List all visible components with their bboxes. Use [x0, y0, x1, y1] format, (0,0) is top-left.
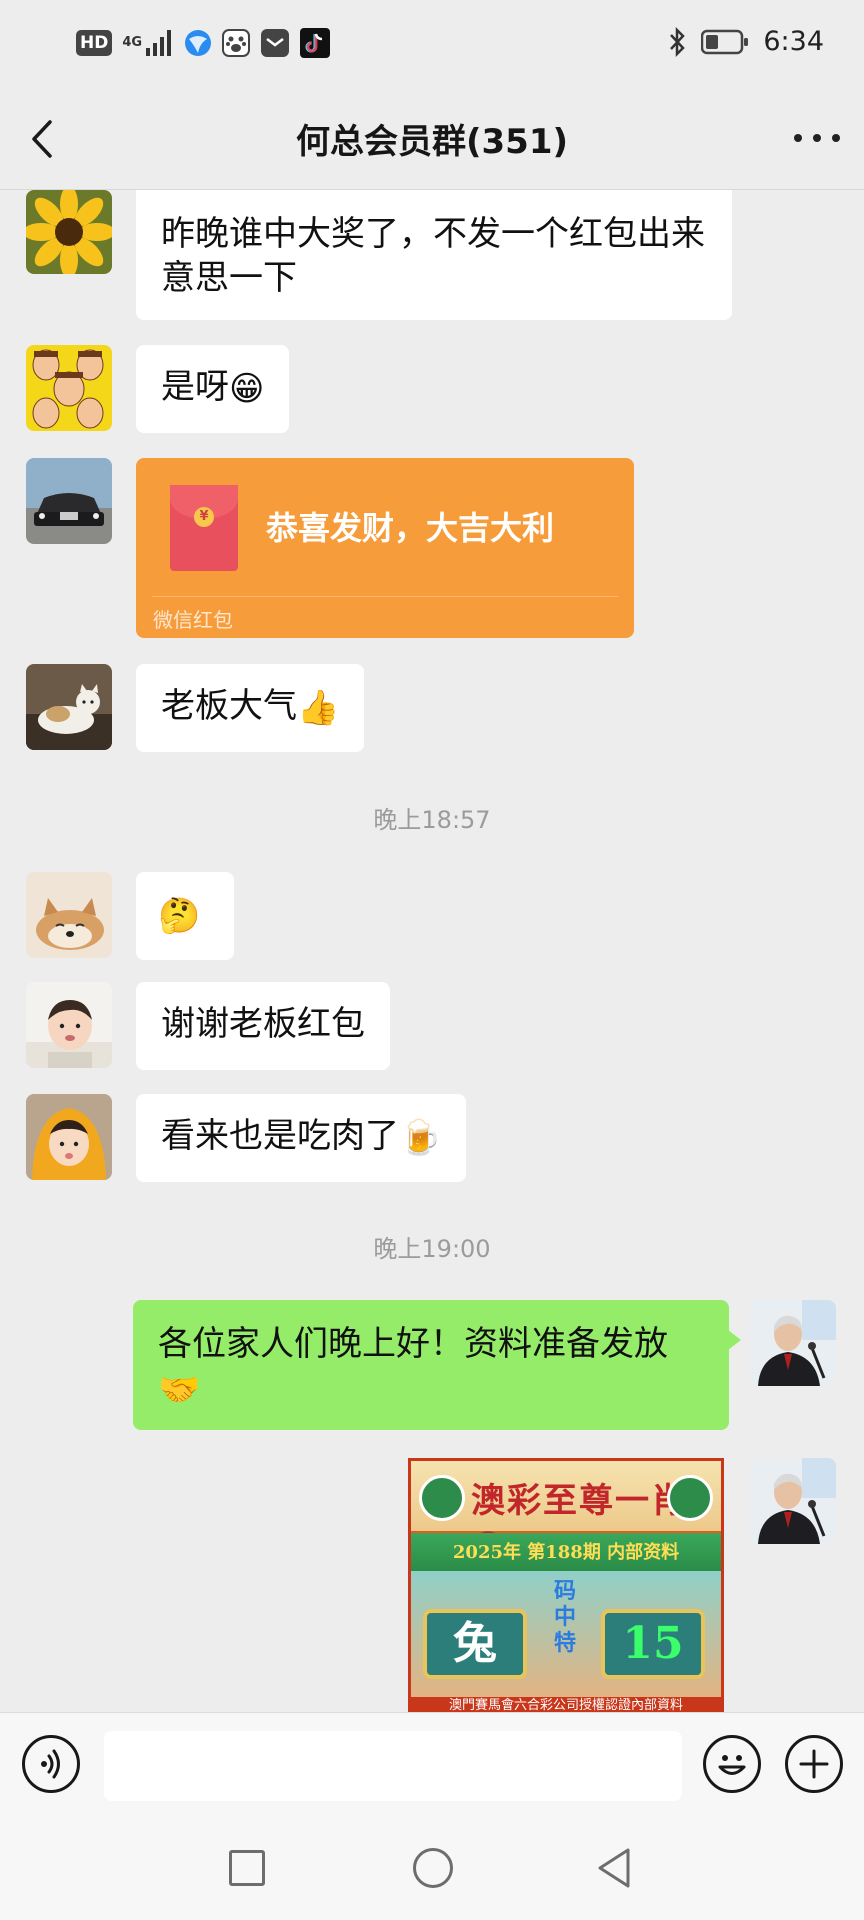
- status-bar: HD 4G 6:34: [0, 0, 864, 88]
- more-actions-button[interactable]: [785, 1735, 843, 1793]
- battery-icon: [701, 29, 749, 54]
- thinking-emoji-icon: 🤔: [158, 895, 201, 936]
- red-packet-title: 恭喜发财，大吉大利: [266, 509, 555, 547]
- signal-icon: 4G: [122, 28, 174, 58]
- image-center-text: 码中特: [551, 1579, 579, 1657]
- status-icons-right: 6:34: [667, 26, 824, 57]
- my-avatar[interactable]: [750, 1458, 836, 1544]
- red-packet-label: 微信红包: [153, 608, 233, 632]
- message-bubble[interactable]: 是呀😁: [136, 345, 290, 433]
- chat-header: 何总会员群(351): [0, 88, 864, 190]
- time-divider: 晚上18:57: [373, 806, 491, 834]
- image-message[interactable]: 澳彩至尊一肖①码 2025年 第188期 内部资料 兔 码中特 15 澳門賽馬會…: [408, 1458, 724, 1712]
- avatar[interactable]: [26, 458, 112, 544]
- message-bubble[interactable]: 昨晚谁中大奖了，不发一个红包出来意思一下: [136, 190, 732, 320]
- message-input[interactable]: [104, 1731, 682, 1801]
- emoji-button[interactable]: [703, 1735, 761, 1793]
- red-packet-message[interactable]: ¥ 恭喜发财，大吉大利 微信红包: [136, 458, 634, 638]
- avatar[interactable]: [26, 982, 112, 1068]
- avatar[interactable]: [26, 1094, 112, 1180]
- red-packet-divider: [152, 596, 618, 597]
- message-text: 各位家人们晚上好！资料准备发放: [158, 1324, 668, 1364]
- message-bubble[interactable]: 看来也是吃肉了🍺: [136, 1094, 467, 1182]
- beer-emoji-icon: 🍺: [399, 1117, 442, 1158]
- thumbs-up-emoji-icon: 👍: [297, 687, 340, 728]
- more-button[interactable]: [794, 118, 840, 158]
- group-title: 何总会员群(351): [295, 122, 569, 162]
- network-label: 4G: [122, 35, 143, 50]
- image-band: 2025年 第188期 内部资料: [411, 1533, 721, 1571]
- more-dot-icon: [794, 134, 802, 142]
- smiley-icon: [718, 1755, 746, 1775]
- message-text: 老板大气: [161, 686, 297, 726]
- message-text: 是呀: [161, 367, 229, 407]
- voice-button[interactable]: [22, 1735, 80, 1793]
- my-avatar[interactable]: [750, 1300, 836, 1386]
- handshake-emoji-icon: 🤝: [158, 1369, 201, 1410]
- image-header: 澳彩至尊一肖①码: [411, 1461, 721, 1570]
- status-icons-left: HD 4G: [76, 28, 331, 58]
- message-text: 谢谢老板红包: [161, 1004, 365, 1044]
- triangle-back-icon: [598, 1848, 630, 1888]
- message-text: 昨晚谁中大奖了，不发一个红包出来意思一下: [161, 214, 705, 298]
- outgoing-message-bubble[interactable]: 各位家人们晚上好！资料准备发放 🤝: [133, 1300, 741, 1430]
- image-center-label: 码中特: [553, 1579, 576, 1656]
- avatar[interactable]: [26, 872, 112, 958]
- red-envelope-icon: ¥: [170, 485, 238, 571]
- more-dot-icon: [832, 134, 840, 142]
- logo-icon: [419, 1475, 465, 1521]
- system-navigation-bar: [0, 1814, 864, 1920]
- logo-icon: [667, 1475, 713, 1521]
- image-right-box: 15: [601, 1609, 705, 1679]
- message-bubble[interactable]: 🤔: [136, 872, 234, 960]
- browser-icon: [184, 28, 212, 58]
- avatar[interactable]: [26, 190, 112, 274]
- image-band-text: 2025年 第188期 内部资料: [452, 1542, 680, 1563]
- voice-icon: [41, 1749, 60, 1779]
- status-time: 6:34: [763, 26, 824, 57]
- grin-emoji-icon: 😁: [229, 368, 265, 409]
- more-dot-icon: [813, 134, 821, 142]
- message-icon: [260, 28, 290, 58]
- message-bubble[interactable]: 老板大气👍: [136, 664, 365, 752]
- baidu-icon: [222, 28, 251, 58]
- message-bubble[interactable]: 谢谢老板红包: [136, 982, 390, 1070]
- avatar[interactable]: [26, 664, 112, 750]
- input-bar: [0, 1712, 864, 1814]
- avatar[interactable]: [26, 345, 112, 431]
- image-left-box: 兔: [423, 1609, 527, 1679]
- bluetooth-icon: [670, 26, 686, 57]
- system-back-button[interactable]: [596, 1846, 632, 1890]
- recents-button[interactable]: [229, 1850, 265, 1886]
- plus-icon: [799, 1749, 829, 1779]
- hd-icon: HD: [76, 28, 113, 58]
- image-footer: 澳門賽馬會六合彩公司授權認證內部資料: [411, 1697, 721, 1712]
- home-button[interactable]: [413, 1848, 453, 1888]
- image-body: 兔 码中特 15: [411, 1571, 721, 1705]
- hd-label: HD: [76, 30, 113, 56]
- message-text: 看来也是吃肉了: [161, 1116, 399, 1156]
- chat-message-list[interactable]: 昨晚谁中大奖了，不发一个红包出来意思一下 是呀😁 ¥ 恭喜发财，大吉大利 微信红…: [0, 190, 864, 1712]
- tiktok-icon: [300, 28, 331, 58]
- time-divider: 晚上19:00: [373, 1235, 491, 1263]
